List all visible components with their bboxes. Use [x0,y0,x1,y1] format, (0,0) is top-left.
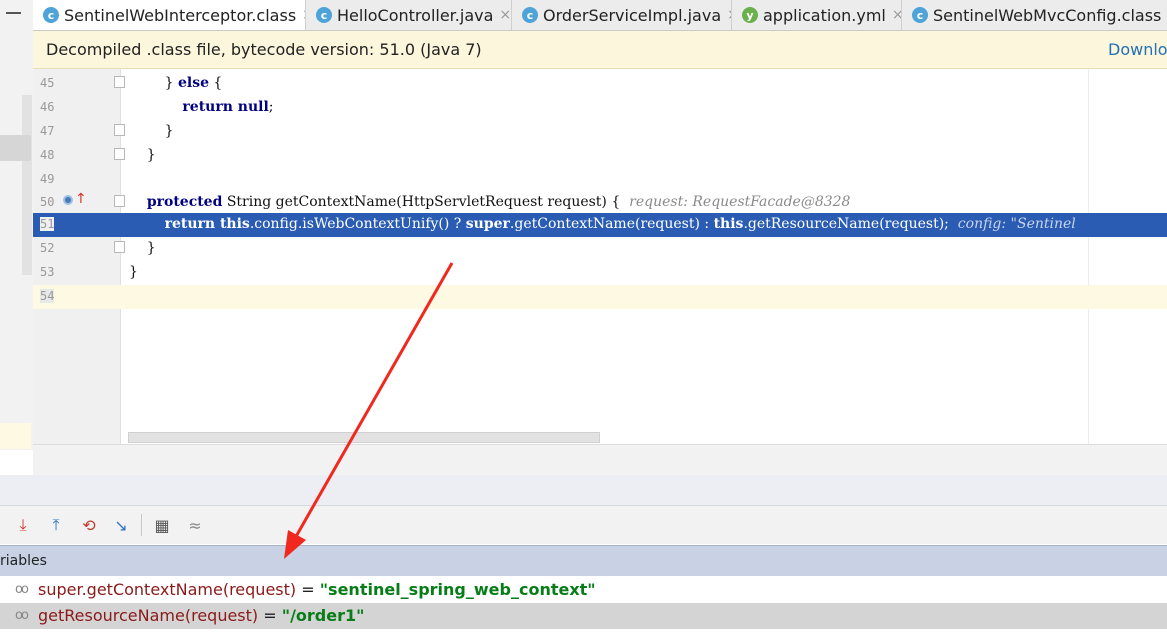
fold-marker-icon[interactable] [114,124,125,136]
override-arrow-icon[interactable]: ↑ [75,191,87,207]
download-link[interactable]: Download [1108,40,1167,59]
evaluate-expression-icon[interactable]: ▦ [151,514,173,536]
inline-debug-hint: config: "Sentinel [957,216,1076,232]
variable-value: "sentinel_spring_web_context" [319,580,596,599]
code-line: 53 } [33,261,1167,285]
strip-scrollbar[interactable] [22,95,32,275]
line-number: 54 [40,289,55,303]
line-number: 51 [40,217,55,231]
code-text: } [129,123,174,139]
variable-name: getResourceName(request) [38,606,259,625]
minimize-icon[interactable] [6,12,21,14]
fold-marker-icon[interactable] [114,76,125,88]
line-number: 50 [40,195,55,209]
tab-application-yml[interactable]: y application.yml × [732,0,902,30]
variable-row-selected[interactable]: oo getResourceName(request) = "/order1" [0,603,1167,629]
code-line: 49 [33,168,1167,192]
watch-glasses-icon: oo [15,582,29,597]
variable-text: super.getContextName(request) = "sentine… [38,580,596,599]
trace-stream-icon[interactable]: ≈ [184,514,206,536]
code-line: 45 } else { [33,72,1167,96]
close-icon[interactable]: × [499,7,511,23]
strip-marker [0,135,31,161]
toolbar-separator [141,514,142,536]
yml-icon: y [742,7,758,23]
editor-tab-bar: c SentinelWebInterceptor.class × c Hello… [33,0,1167,31]
class-icon: c [912,7,928,23]
line-number: 45 [40,76,55,90]
line-number: 46 [40,100,55,114]
class-icon: c [316,7,332,23]
code-line: 48 } [33,144,1167,168]
tab-sentinel-web-mvc-config[interactable]: c SentinelWebMvcConfig.class [902,0,1167,30]
tab-label: SentinelWebInterceptor.class [64,5,297,25]
horizontal-scrollbar[interactable] [128,432,600,443]
tab-hello-controller[interactable]: c HelloController.java × [306,0,512,30]
tab-label: application.yml [763,5,886,25]
step-out-icon[interactable]: ⤒ [45,514,67,536]
strip-current-marker [0,423,31,449]
line-number: 48 [40,148,55,162]
tab-order-service-impl[interactable]: c OrderServiceImpl.java × [512,0,732,30]
code-text: } else { [129,75,223,91]
line-number: 47 [40,124,55,138]
code-text: return null; [182,99,274,115]
variables-title: riables [0,553,47,569]
class-icon: c [522,7,538,23]
watch-glasses-icon: oo [15,608,29,623]
drop-frame-icon[interactable]: ⟲ [78,514,100,536]
variables-panel-header: riables [0,545,1167,576]
variable-row[interactable]: oo super.getContextName(request) = "sent… [0,577,1167,603]
step-into-icon[interactable]: ⤓ [12,514,34,536]
variable-equals: = [296,580,320,599]
variable-name: super.getContextName(request) [38,580,297,599]
class-icon: c [43,7,59,23]
editor-footer [33,444,1167,476]
fold-marker-icon[interactable] [114,195,125,207]
run-to-cursor-icon[interactable]: ↘ [110,514,132,536]
close-icon[interactable]: × [892,7,901,23]
tab-sentinel-web-interceptor[interactable]: c SentinelWebInterceptor.class × [33,0,306,30]
line-number: 49 [40,172,55,186]
caret-line: 54 [33,285,1167,309]
code-text: } [129,147,156,163]
breakpoint-icon[interactable] [63,195,73,205]
debug-panel-header [0,475,1167,506]
code-text: return this.config.isWebContextUnify() ?… [164,216,1076,232]
code-line: 52 } [33,237,1167,261]
code-editor[interactable]: 45 } else { 46 return null; 47 } 48 } 49… [33,69,1167,444]
line-number: 53 [40,265,55,279]
tab-label: HelloController.java [337,5,494,25]
variable-equals: = [258,606,282,625]
banner-text: Decompiled .class file, bytecode version… [46,40,482,59]
execution-point-line: 51 return this.config.isWebContextUnify(… [33,213,1167,237]
code-line: 46 return null; [33,96,1167,120]
code-line: 50 ↑ protected String getContextName(Htt… [33,191,1167,215]
fold-marker-icon[interactable] [114,241,125,253]
fold-marker-icon[interactable] [114,148,125,160]
code-text: } [129,264,138,280]
left-tool-strip [0,0,34,450]
code-text: protected String getContextName(HttpServ… [146,194,851,210]
tab-label: SentinelWebMvcConfig.class [933,5,1162,25]
variable-value: "/order1" [281,606,365,625]
decompiled-banner: Decompiled .class file, bytecode version… [33,31,1167,69]
tab-label: OrderServiceImpl.java [543,5,722,25]
line-number: 52 [40,241,55,255]
inline-debug-hint: request: RequestFacade@8328 [629,194,851,210]
variable-text: getResourceName(request) = "/order1" [38,606,364,625]
code-line: 47 } [33,120,1167,144]
debug-toolbar: ⤓ ⤒ ⟲ ↘ ▦ ≈ [0,506,1167,544]
code-text: } [129,240,156,256]
